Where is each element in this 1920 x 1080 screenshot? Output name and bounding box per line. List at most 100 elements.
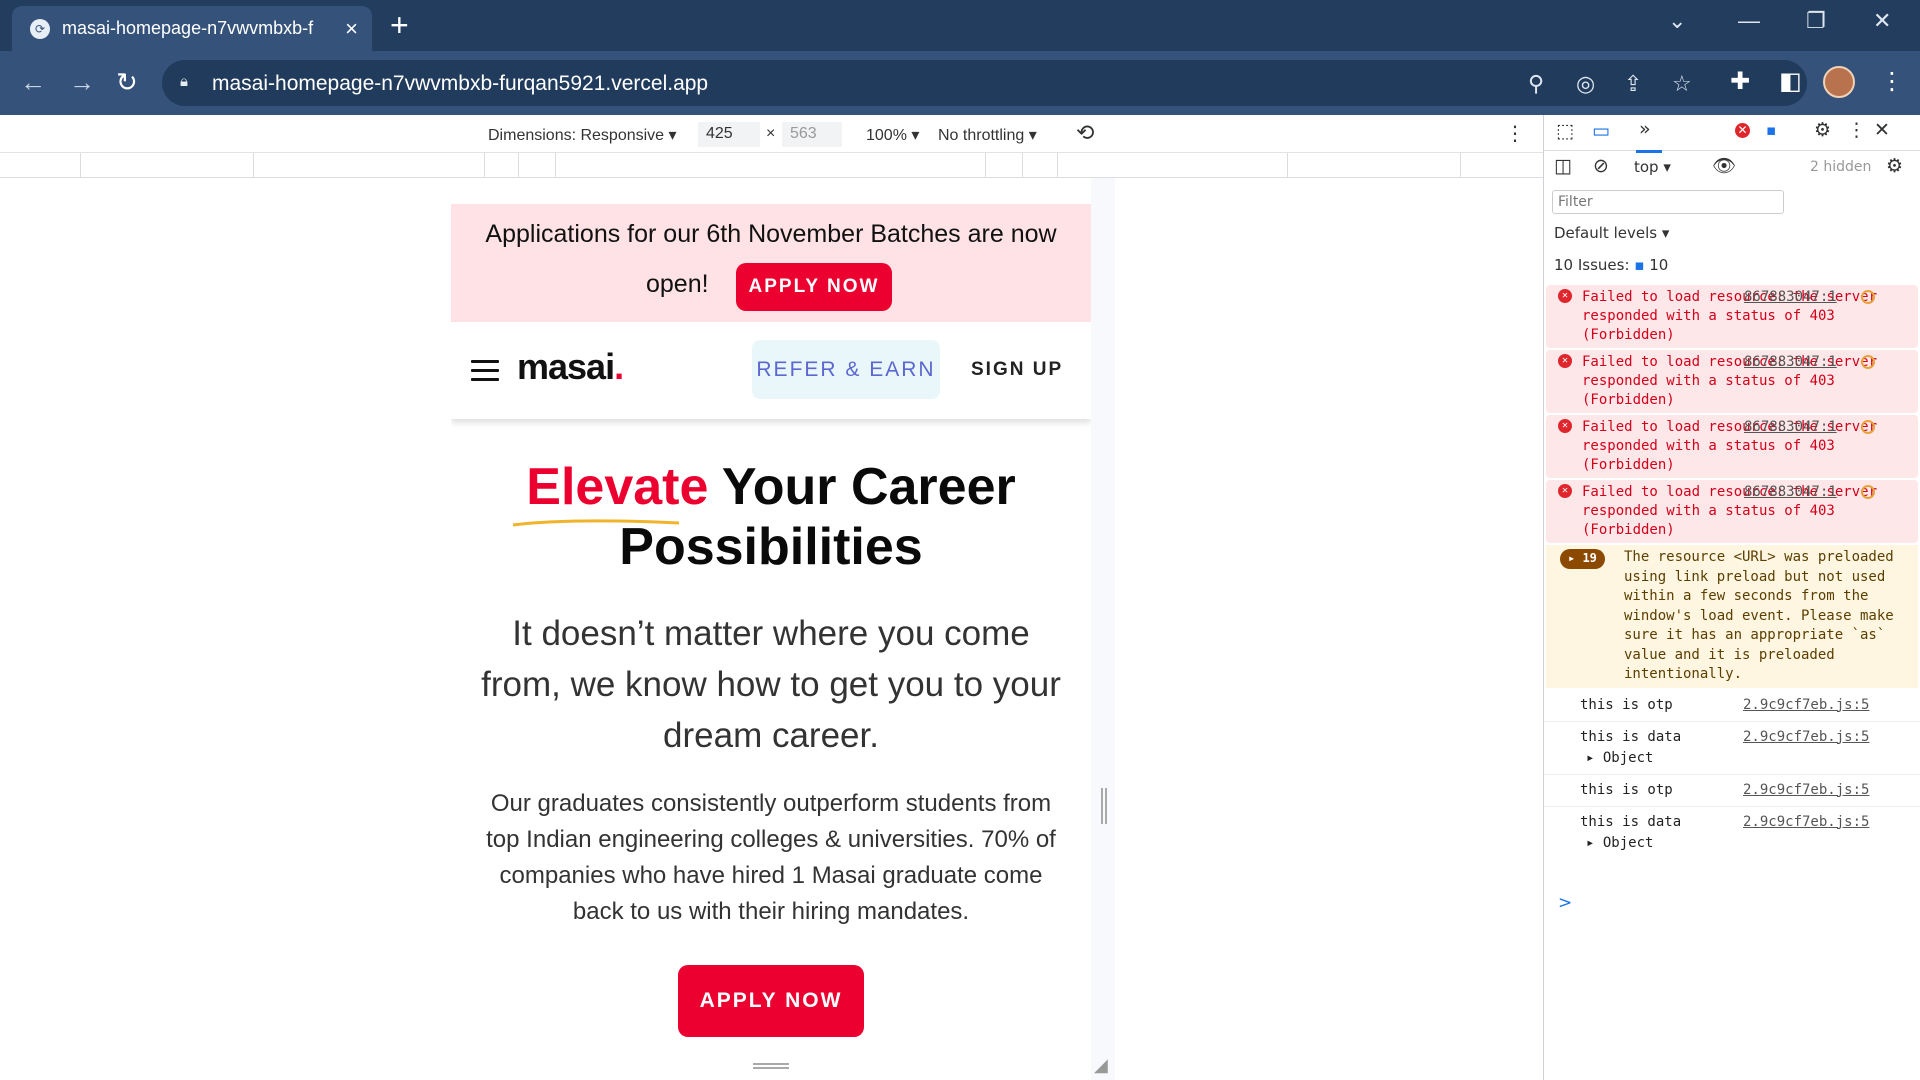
- error-count-icon[interactable]: ✕: [1735, 123, 1750, 138]
- error-source-link[interactable]: 867883047:1: [1744, 353, 1837, 372]
- console-error: ✕ Failed to load resource: the server re…: [1546, 285, 1918, 348]
- hero-subtitle: It doesn’t matter where you come from, w…: [481, 614, 1061, 755]
- address-bar[interactable]: 🔒︎ masai-homepage-n7vwvmbxb-furqan5921.v…: [162, 60, 1807, 106]
- viewport: Applications for our 6th November Batche…: [0, 178, 1543, 1080]
- insight-icon[interactable]: [1861, 420, 1875, 434]
- warning-count-badge[interactable]: ▸ 19: [1560, 549, 1605, 569]
- resize-corner-icon[interactable]: ◢: [1094, 1055, 1108, 1076]
- inspect-icon[interactable]: ⬚: [1556, 120, 1574, 142]
- message-count-icon[interactable]: ▪: [1766, 121, 1776, 139]
- hero-highlight: Elevate: [526, 458, 709, 516]
- avatar[interactable]: [1823, 66, 1855, 98]
- issues-link[interactable]: 10 Issues: ▪ 10: [1554, 256, 1668, 274]
- context-value: top: [1634, 158, 1659, 176]
- dimensions-select[interactable]: Dimensions: Responsive ▾: [488, 125, 677, 145]
- throttling-select[interactable]: No throttling ▾: [938, 125, 1037, 145]
- object-expander[interactable]: ▸ Object: [1580, 833, 1911, 854]
- console-filter-input[interactable]: Filter: [1552, 190, 1784, 214]
- lock-icon[interactable]: 🔒︎: [180, 73, 188, 90]
- log-source-link[interactable]: 2.9c9cf7eb.js:5: [1743, 727, 1869, 748]
- more-tabs-icon[interactable]: »: [1639, 118, 1651, 140]
- issues-label: 10 Issues:: [1554, 256, 1630, 274]
- hero-apply-button[interactable]: APPLY NOW: [678, 965, 864, 1037]
- tab-search-icon[interactable]: ⌄: [1668, 8, 1686, 34]
- levels-select[interactable]: Default levels ▾: [1554, 224, 1669, 242]
- width-input[interactable]: 425: [698, 122, 760, 147]
- times-sign: ×: [766, 125, 776, 142]
- object-expander[interactable]: ▸ Object: [1580, 748, 1911, 769]
- console-warning: ▸ 19 The resource <URL> was preloaded us…: [1546, 545, 1918, 688]
- console-log: this is data 2.9c9cf7eb.js:5 ▸ Object: [1544, 807, 1920, 859]
- clear-console-icon[interactable]: ⊘: [1593, 155, 1609, 177]
- log-text: this is data: [1580, 728, 1682, 745]
- forward-arrow-icon[interactable]: →: [69, 67, 95, 98]
- insight-icon[interactable]: [1861, 355, 1875, 369]
- banner-apply-button[interactable]: APPLY NOW: [736, 263, 892, 311]
- masai-logo[interactable]: masai.: [517, 346, 624, 388]
- object-label: Object: [1602, 749, 1654, 766]
- error-icon: ✕: [1558, 484, 1572, 498]
- levels-label: Default levels: [1554, 224, 1658, 242]
- rotate-icon[interactable]: ⟲: [1076, 120, 1094, 146]
- browser-tab[interactable]: ⟳ masai-homepage-n7vwvmbxb-f ×: [12, 6, 372, 51]
- log-source-link[interactable]: 2.9c9cf7eb.js:5: [1743, 695, 1869, 716]
- star-icon[interactable]: ☆: [1672, 71, 1692, 97]
- device-toggle-icon[interactable]: ▭: [1592, 120, 1610, 142]
- console-settings-icon[interactable]: ⚙: [1886, 155, 1903, 177]
- error-icon: ✕: [1558, 419, 1572, 433]
- share-icon[interactable]: ⇪: [1624, 71, 1642, 97]
- error-source-link[interactable]: 867883047:1: [1744, 483, 1837, 502]
- live-expression-eye-icon[interactable]: 👁︎: [1712, 154, 1736, 177]
- console-messages: ✕ Failed to load resource: the server re…: [1544, 283, 1920, 859]
- context-select[interactable]: top ▾: [1634, 158, 1671, 176]
- logo-dot: .: [614, 346, 624, 387]
- restore-icon[interactable]: ❐: [1806, 8, 1826, 34]
- browser-toolbar: ← → ↻ 🔒︎ masai-homepage-n7vwvmbxb-furqan…: [0, 51, 1920, 115]
- viewport-gutter: [1091, 178, 1115, 1080]
- warning-text: The resource <URL> was preloaded using l…: [1624, 549, 1894, 682]
- minimize-icon[interactable]: —: [1738, 8, 1760, 34]
- sidebar-toggle-icon[interactable]: ◫: [1554, 155, 1572, 177]
- window-close-icon[interactable]: ✕: [1873, 8, 1891, 34]
- settings-gear-icon[interactable]: ⚙: [1814, 119, 1831, 141]
- eye-off-icon[interactable]: ◎: [1576, 71, 1595, 97]
- reload-icon[interactable]: ↻: [116, 67, 138, 98]
- menu-dots-icon[interactable]: ⋮: [1880, 67, 1904, 96]
- sidebar-icon[interactable]: ◧: [1779, 67, 1802, 96]
- insight-icon[interactable]: [1861, 290, 1875, 304]
- devtools-tabbar: ⬚ ▭ » ✕ ▪ ⚙ ⋮ ✕: [1544, 115, 1920, 153]
- hidden-count: 2 hidden: [1810, 159, 1872, 175]
- log-source-link[interactable]: 2.9c9cf7eb.js:5: [1743, 812, 1869, 833]
- resize-handle-bottom[interactable]: [753, 1063, 789, 1069]
- log-source-link[interactable]: 2.9c9cf7eb.js:5: [1743, 780, 1869, 801]
- resize-handle-right[interactable]: [1101, 788, 1107, 824]
- signup-link[interactable]: SIGN UP: [971, 359, 1063, 381]
- extensions-icon[interactable]: ✚: [1730, 67, 1750, 96]
- devtools-panel: ⬚ ▭ » ✕ ▪ ⚙ ⋮ ✕ ◫ ⊘ top ▾ 👁︎ 2 hidden ⚙ …: [1543, 115, 1920, 1080]
- error-source-link[interactable]: 867883047:1: [1744, 418, 1837, 437]
- hero-rest-1: Your Career: [708, 458, 1016, 516]
- hamburger-menu-icon[interactable]: [471, 360, 499, 387]
- zoom-select[interactable]: 100% ▾: [866, 125, 919, 145]
- back-arrow-icon[interactable]: ←: [20, 67, 46, 98]
- tab-close-icon[interactable]: ×: [345, 16, 358, 42]
- logo-text: masai: [517, 346, 615, 387]
- issues-count: 10: [1649, 256, 1669, 274]
- height-input[interactable]: 563: [782, 122, 842, 147]
- warning-count: 19: [1582, 551, 1597, 565]
- insight-icon[interactable]: [1861, 485, 1875, 499]
- error-source-link[interactable]: 867883047:1: [1744, 288, 1837, 307]
- console-toolbar: ◫ ⊘ top ▾ 👁︎ 2 hidden ⚙: [1544, 151, 1920, 183]
- refer-earn-button[interactable]: REFER & EARN: [752, 340, 940, 399]
- highlight-underline: [512, 519, 680, 527]
- console-prompt[interactable]: >: [1558, 893, 1572, 913]
- device-more-icon[interactable]: ⋮: [1505, 121, 1525, 146]
- devtools-menu-icon[interactable]: ⋮: [1847, 119, 1866, 141]
- new-tab-icon[interactable]: +: [390, 9, 409, 41]
- log-text: this is otp: [1580, 696, 1673, 713]
- devtools-close-icon[interactable]: ✕: [1874, 119, 1890, 141]
- throttling-value: No throttling: [938, 127, 1025, 144]
- url-text[interactable]: masai-homepage-n7vwvmbxb-furqan5921.verc…: [212, 72, 708, 96]
- zoom-value: 100%: [866, 127, 907, 144]
- zoom-icon[interactable]: ⚲: [1528, 71, 1544, 97]
